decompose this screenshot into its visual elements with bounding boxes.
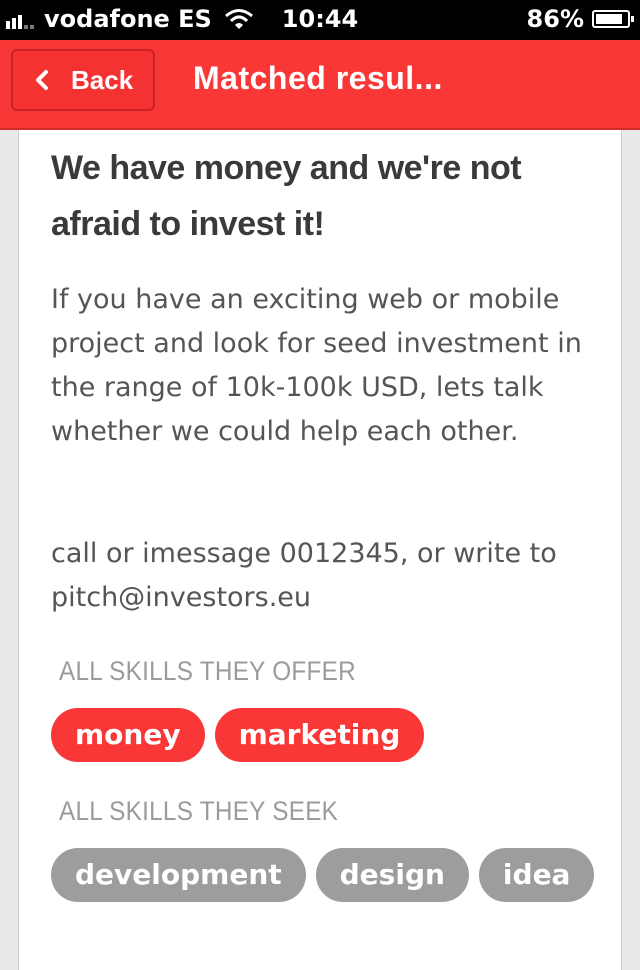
post-description: If you have an exciting web or mobile pr… [51, 284, 582, 447]
status-right: 86% [526, 5, 634, 33]
back-button-label: Back [71, 64, 134, 95]
skill-tag-design[interactable]: design [315, 848, 469, 902]
skill-tag-marketing[interactable]: marketing [214, 708, 425, 762]
seek-skills-label: ALL SKILLS THEY SEEK [59, 796, 339, 826]
page-title: Matched resul... [193, 60, 443, 96]
back-button[interactable]: Back [11, 49, 155, 111]
chevron-left-icon [36, 70, 48, 90]
match-card: We have money and we're not afraid to in… [18, 130, 622, 970]
battery-icon [592, 10, 634, 28]
status-bar: vodafone ES 10:44 86% [0, 0, 640, 40]
skill-tag-money[interactable]: money [51, 708, 205, 762]
skill-tag-development[interactable]: development [51, 848, 306, 902]
post-heading: We have money and we're not afraid to in… [51, 149, 522, 243]
post-contact: call or imessage 0012345, or write to pi… [51, 538, 557, 613]
offer-skills-label: ALL SKILLS THEY OFFER [59, 656, 356, 686]
navigation-bar: Back Matched resul... [0, 40, 640, 130]
seek-skills-tags: development design idea [51, 848, 611, 916]
skill-tag-idea[interactable]: idea [478, 848, 595, 902]
offer-skills-tags: money marketing [51, 708, 611, 776]
battery-percent: 86% [526, 5, 584, 33]
